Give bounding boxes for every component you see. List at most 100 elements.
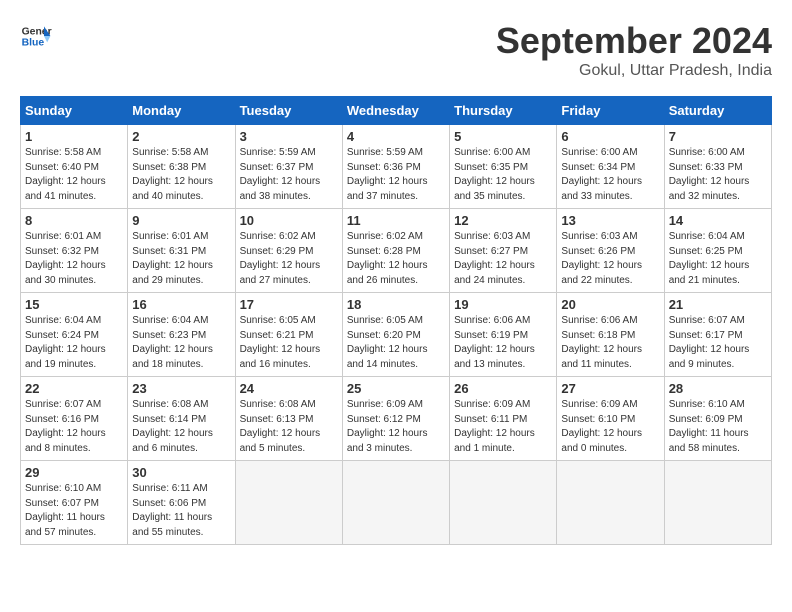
calendar-cell-empty-4-5	[557, 461, 664, 545]
calendar-cell-21: 21 Sunrise: 6:07 AM Sunset: 6:17 PM Dayli…	[664, 293, 771, 377]
day-info: Sunrise: 6:03 AM Sunset: 6:27 PM Dayligh…	[454, 230, 552, 288]
calendar-cell-17: 17Sunrise: 6:05 AM Sunset: 6:21 PM Dayli…	[235, 293, 342, 377]
day-number: 9	[132, 213, 230, 228]
day-number: 14	[669, 213, 767, 228]
svg-text:Blue: Blue	[22, 38, 45, 49]
calendar-cell-8: 8 Sunrise: 6:01 AM Sunset: 6:32 PM Daylig…	[21, 209, 128, 293]
calendar-cell-11: 11 Sunrise: 6:02 AM Sunset: 6:28 PM Dayli…	[342, 209, 449, 293]
day-number: 10	[240, 213, 338, 228]
day-number: 12	[454, 213, 552, 228]
location-subtitle: Gokul, Uttar Pradesh, India	[496, 62, 772, 80]
day-number: 1	[25, 129, 123, 144]
calendar-cell-10: 10 Sunrise: 6:02 AM Sunset: 6:29 PM Dayli…	[235, 209, 342, 293]
day-info: Sunrise: 5:58 AM Sunset: 6:40 PM Dayligh…	[25, 146, 123, 204]
calendar-cell-5: 5Sunrise: 6:00 AM Sunset: 6:35 PM Daylig…	[450, 125, 557, 209]
calendar-cell-6: 6 Sunrise: 6:00 AM Sunset: 6:34 PM Daylig…	[557, 125, 664, 209]
day-info: Sunrise: 6:04 AM Sunset: 6:23 PM Dayligh…	[132, 314, 230, 372]
day-info: Sunrise: 5:59 AM Sunset: 6:37 PM Dayligh…	[240, 146, 338, 204]
day-info: Sunrise: 6:02 AM Sunset: 6:29 PM Dayligh…	[240, 230, 338, 288]
day-number: 8	[25, 213, 123, 228]
day-number: 22	[25, 381, 123, 396]
day-number: 20	[561, 297, 659, 312]
title-block: September 2024 Gokul, Uttar Pradesh, Ind…	[496, 20, 772, 80]
calendar-cell-26: 26Sunrise: 6:09 AM Sunset: 6:11 PM Dayli…	[450, 377, 557, 461]
day-number: 21	[669, 297, 767, 312]
calendar-cell-22: 22Sunrise: 6:07 AM Sunset: 6:16 PM Dayli…	[21, 377, 128, 461]
day-number: 16	[132, 297, 230, 312]
calendar-cell-29: 29 Sunrise: 6:10 AM Sunset: 6:07 PM Dayli…	[21, 461, 128, 545]
calendar-cell-empty-4-3	[342, 461, 449, 545]
day-info: Sunrise: 6:00 AM Sunset: 6:34 PM Dayligh…	[561, 146, 659, 204]
day-info: Sunrise: 6:06 AM Sunset: 6:19 PM Dayligh…	[454, 314, 552, 372]
day-number: 5	[454, 129, 552, 144]
weekday-header-friday: Friday	[557, 97, 664, 125]
day-info: Sunrise: 6:03 AM Sunset: 6:26 PM Dayligh…	[561, 230, 659, 288]
day-number: 11	[347, 213, 445, 228]
day-number: 27	[561, 381, 659, 396]
day-info: Sunrise: 6:04 AM Sunset: 6:24 PM Dayligh…	[25, 314, 123, 372]
day-number: 4	[347, 129, 445, 144]
calendar-cell-23: 23 Sunrise: 6:08 AM Sunset: 6:14 PM Dayli…	[128, 377, 235, 461]
calendar-table: SundayMondayTuesdayWednesdayThursdayFrid…	[20, 96, 772, 545]
calendar-week-4: 22Sunrise: 6:07 AM Sunset: 6:16 PM Dayli…	[21, 377, 772, 461]
weekday-header-row: SundayMondayTuesdayWednesdayThursdayFrid…	[21, 97, 772, 125]
calendar-week-2: 8 Sunrise: 6:01 AM Sunset: 6:32 PM Daylig…	[21, 209, 772, 293]
day-info: Sunrise: 6:10 AM Sunset: 6:09 PM Dayligh…	[669, 398, 767, 456]
day-info: Sunrise: 5:58 AM Sunset: 6:38 PM Dayligh…	[132, 146, 230, 204]
calendar-cell-28: 28Sunrise: 6:10 AM Sunset: 6:09 PM Dayli…	[664, 377, 771, 461]
calendar-cell-9: 9 Sunrise: 6:01 AM Sunset: 6:31 PM Daylig…	[128, 209, 235, 293]
calendar-cell-18: 18 Sunrise: 6:05 AM Sunset: 6:20 PM Dayli…	[342, 293, 449, 377]
day-number: 3	[240, 129, 338, 144]
day-info: Sunrise: 6:10 AM Sunset: 6:07 PM Dayligh…	[25, 482, 123, 540]
day-number: 6	[561, 129, 659, 144]
day-number: 23	[132, 381, 230, 396]
day-number: 29	[25, 465, 123, 480]
calendar-cell-20: 20 Sunrise: 6:06 AM Sunset: 6:18 PM Dayli…	[557, 293, 664, 377]
calendar-week-1: 1 Sunrise: 5:58 AM Sunset: 6:40 PM Daylig…	[21, 125, 772, 209]
logo-icon: General Blue	[20, 20, 52, 52]
calendar-cell-12: 12 Sunrise: 6:03 AM Sunset: 6:27 PM Dayli…	[450, 209, 557, 293]
day-info: Sunrise: 6:00 AM Sunset: 6:33 PM Dayligh…	[669, 146, 767, 204]
month-title: September 2024	[496, 20, 772, 62]
day-info: Sunrise: 6:04 AM Sunset: 6:25 PM Dayligh…	[669, 230, 767, 288]
day-info: Sunrise: 6:02 AM Sunset: 6:28 PM Dayligh…	[347, 230, 445, 288]
calendar-cell-25: 25 Sunrise: 6:09 AM Sunset: 6:12 PM Dayli…	[342, 377, 449, 461]
calendar-cell-14: 14 Sunrise: 6:04 AM Sunset: 6:25 PM Dayli…	[664, 209, 771, 293]
day-number: 13	[561, 213, 659, 228]
weekday-header-thursday: Thursday	[450, 97, 557, 125]
day-info: Sunrise: 6:08 AM Sunset: 6:13 PM Dayligh…	[240, 398, 338, 456]
calendar-week-3: 15 Sunrise: 6:04 AM Sunset: 6:24 PM Dayli…	[21, 293, 772, 377]
day-info: Sunrise: 6:08 AM Sunset: 6:14 PM Dayligh…	[132, 398, 230, 456]
day-info: Sunrise: 6:05 AM Sunset: 6:20 PM Dayligh…	[347, 314, 445, 372]
day-info: Sunrise: 6:07 AM Sunset: 6:17 PM Dayligh…	[669, 314, 767, 372]
day-number: 18	[347, 297, 445, 312]
calendar-cell-empty-4-4	[450, 461, 557, 545]
calendar-cell-16: 16 Sunrise: 6:04 AM Sunset: 6:23 PM Dayli…	[128, 293, 235, 377]
weekday-header-tuesday: Tuesday	[235, 97, 342, 125]
calendar-cell-24: 24Sunrise: 6:08 AM Sunset: 6:13 PM Dayli…	[235, 377, 342, 461]
day-info: Sunrise: 6:06 AM Sunset: 6:18 PM Dayligh…	[561, 314, 659, 372]
weekday-header-sunday: Sunday	[21, 97, 128, 125]
day-number: 2	[132, 129, 230, 144]
day-number: 7	[669, 129, 767, 144]
day-number: 17	[240, 297, 338, 312]
day-info: Sunrise: 6:09 AM Sunset: 6:12 PM Dayligh…	[347, 398, 445, 456]
calendar-cell-15: 15 Sunrise: 6:04 AM Sunset: 6:24 PM Dayli…	[21, 293, 128, 377]
day-info: Sunrise: 6:01 AM Sunset: 6:31 PM Dayligh…	[132, 230, 230, 288]
calendar-cell-2: 2 Sunrise: 5:58 AM Sunset: 6:38 PM Daylig…	[128, 125, 235, 209]
day-number: 25	[347, 381, 445, 396]
day-number: 19	[454, 297, 552, 312]
calendar-cell-3: 3 Sunrise: 5:59 AM Sunset: 6:37 PM Daylig…	[235, 125, 342, 209]
day-number: 26	[454, 381, 552, 396]
calendar-cell-4: 4 Sunrise: 5:59 AM Sunset: 6:36 PM Daylig…	[342, 125, 449, 209]
calendar-cell-13: 13 Sunrise: 6:03 AM Sunset: 6:26 PM Dayli…	[557, 209, 664, 293]
weekday-header-wednesday: Wednesday	[342, 97, 449, 125]
calendar-cell-empty-4-2	[235, 461, 342, 545]
day-info: Sunrise: 6:11 AM Sunset: 6:06 PM Dayligh…	[132, 482, 230, 540]
day-info: Sunrise: 5:59 AM Sunset: 6:36 PM Dayligh…	[347, 146, 445, 204]
day-info: Sunrise: 6:01 AM Sunset: 6:32 PM Dayligh…	[25, 230, 123, 288]
day-number: 15	[25, 297, 123, 312]
calendar-cell-empty-4-6	[664, 461, 771, 545]
calendar-cell-27: 27Sunrise: 6:09 AM Sunset: 6:10 PM Dayli…	[557, 377, 664, 461]
calendar-cell-30: 30Sunrise: 6:11 AM Sunset: 6:06 PM Dayli…	[128, 461, 235, 545]
